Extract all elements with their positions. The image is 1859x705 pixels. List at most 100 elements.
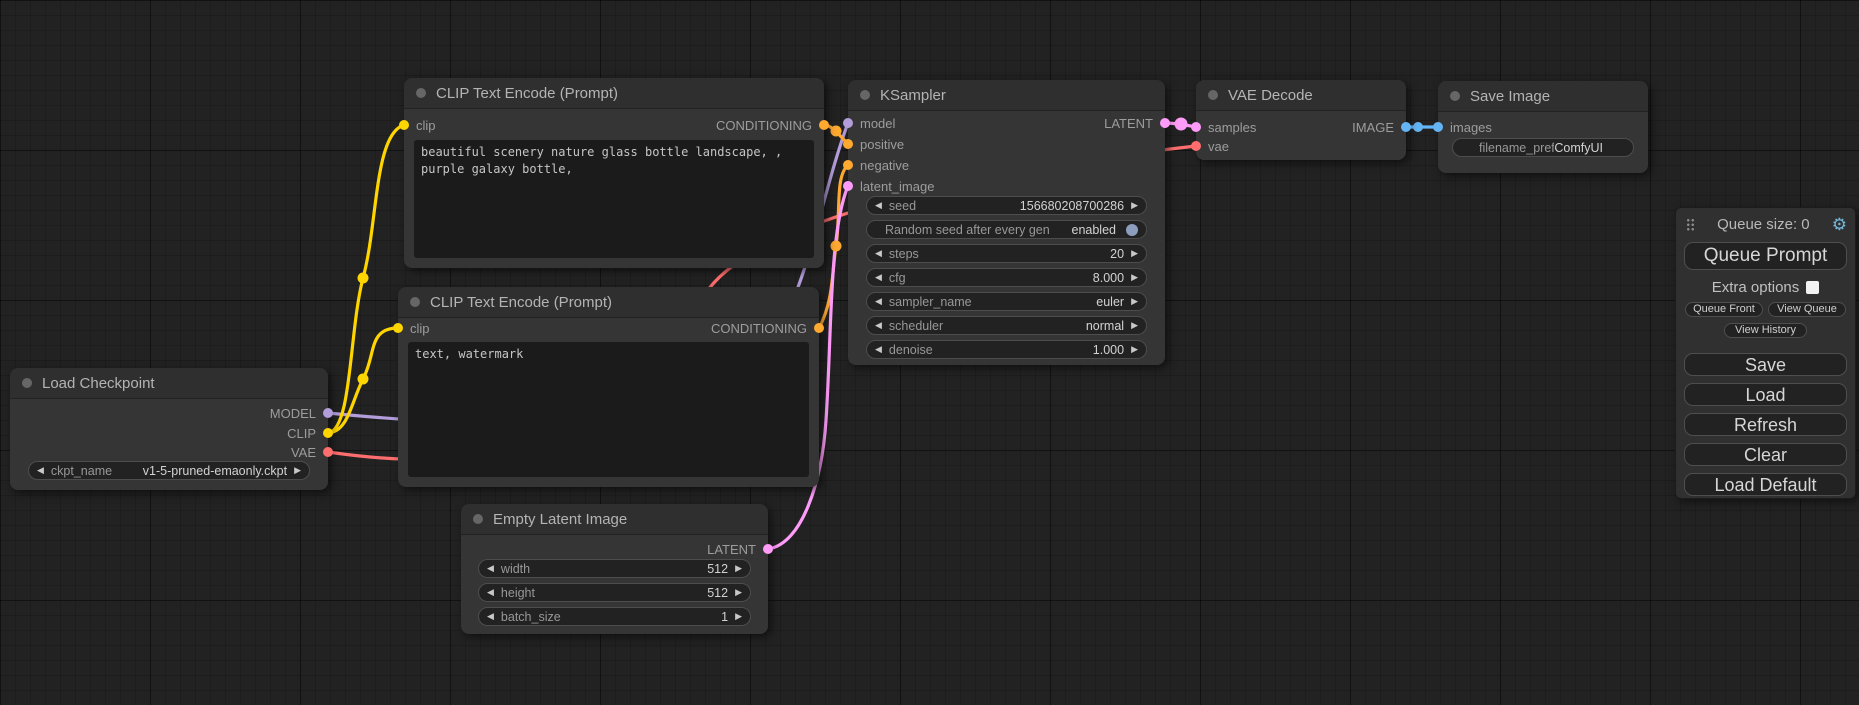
collapse-dot-icon[interactable] [1450, 91, 1460, 101]
collapse-dot-icon[interactable] [22, 378, 32, 388]
collapse-dot-icon[interactable] [473, 514, 483, 524]
collapse-dot-icon[interactable] [410, 297, 420, 307]
increment-icon[interactable]: ▶ [1131, 297, 1138, 306]
input-images[interactable]: images [1433, 120, 1492, 134]
increment-icon[interactable]: ▶ [735, 564, 742, 573]
link-dot[interactable] [1413, 122, 1423, 132]
node-title-bar[interactable]: CLIP Text Encode (Prompt) [404, 78, 824, 109]
increment-icon[interactable]: ▶ [294, 466, 301, 475]
input-clip[interactable]: clip [399, 118, 436, 132]
clip-port-icon[interactable] [399, 120, 409, 130]
increment-icon[interactable]: ▶ [1131, 345, 1138, 354]
view-history-button[interactable]: View History [1724, 323, 1807, 338]
view-queue-button[interactable]: View Queue [1768, 302, 1846, 317]
widget-filename-prefix[interactable]: filename_prefix ComfyUI [1452, 138, 1634, 157]
node-title-bar[interactable]: Save Image [1438, 81, 1648, 112]
conditioning-port-icon[interactable] [814, 323, 824, 333]
link-dot[interactable] [358, 273, 369, 284]
increment-icon[interactable]: ▶ [1131, 249, 1138, 258]
refresh-button[interactable]: Refresh [1684, 413, 1847, 436]
decrement-icon[interactable]: ◀ [875, 297, 882, 306]
prompt-textarea[interactable]: text, watermark [408, 342, 809, 477]
prompt-textarea[interactable]: beautiful scenery nature glass bottle la… [414, 140, 814, 258]
decrement-icon[interactable]: ◀ [875, 201, 882, 210]
collapse-dot-icon[interactable] [416, 88, 426, 98]
model-port-icon[interactable] [323, 408, 333, 418]
output-image[interactable]: IMAGE [1352, 120, 1411, 134]
output-model[interactable]: MODEL [270, 406, 333, 420]
vae-port-icon[interactable] [1191, 141, 1201, 151]
conditioning-port-icon[interactable] [843, 160, 853, 170]
collapse-dot-icon[interactable] [860, 90, 870, 100]
widget-batch-size[interactable]: ◀ batch_size 1 ▶ [478, 607, 751, 626]
node-title-bar[interactable]: Empty Latent Image [461, 504, 768, 535]
node-clip-text-encode-positive[interactable]: CLIP Text Encode (Prompt) clip CONDITION… [404, 78, 824, 268]
latent-port-icon[interactable] [1191, 122, 1201, 132]
conditioning-port-icon[interactable] [843, 139, 853, 149]
node-empty-latent-image[interactable]: Empty Latent Image LATENT ◀ width 512 ▶ … [461, 504, 768, 634]
link-dot[interactable] [358, 374, 369, 385]
load-default-button[interactable]: Load Default [1684, 473, 1847, 496]
conditioning-port-icon[interactable] [819, 120, 829, 130]
decrement-icon[interactable]: ◀ [487, 612, 494, 621]
clear-button[interactable]: Clear [1684, 443, 1847, 466]
decrement-icon[interactable]: ◀ [487, 564, 494, 573]
queue-prompt-button[interactable]: Queue Prompt [1684, 242, 1847, 270]
widget-cfg[interactable]: ◀ cfg 8.000 ▶ [866, 268, 1147, 287]
input-vae[interactable]: vae [1191, 139, 1229, 153]
latent-port-icon[interactable] [843, 181, 853, 191]
input-clip[interactable]: clip [393, 321, 430, 335]
node-title-bar[interactable]: Load Checkpoint [10, 368, 328, 399]
decrement-icon[interactable]: ◀ [875, 345, 882, 354]
input-negative[interactable]: negative [843, 158, 909, 172]
widget-sampler-name[interactable]: ◀ sampler_name euler ▶ [866, 292, 1147, 311]
link-dot[interactable] [831, 241, 842, 252]
widget-seed[interactable]: ◀ seed 156680208700286 ▶ [866, 196, 1147, 215]
model-port-icon[interactable] [843, 118, 853, 128]
node-title-bar[interactable]: CLIP Text Encode (Prompt) [398, 287, 819, 318]
clip-port-icon[interactable] [323, 428, 333, 438]
input-latent-image[interactable]: latent_image [843, 179, 934, 193]
link-dot[interactable] [831, 126, 842, 137]
decrement-icon[interactable]: ◀ [875, 321, 882, 330]
increment-icon[interactable]: ▶ [735, 588, 742, 597]
node-vae-decode[interactable]: VAE Decode samples vae IMAGE [1196, 80, 1406, 160]
widget-denoise[interactable]: ◀ denoise 1.000 ▶ [866, 340, 1147, 359]
drag-handle-icon[interactable] [1686, 218, 1695, 231]
output-conditioning[interactable]: CONDITIONING [711, 321, 824, 335]
node-title-bar[interactable]: KSampler [848, 80, 1165, 111]
output-conditioning[interactable]: CONDITIONING [716, 118, 829, 132]
widget-ckpt-name[interactable]: ◀ ckpt_name v1-5-pruned-emaonly.ckpt ▶ [28, 461, 310, 480]
widget-random-seed-toggle[interactable]: Random seed after every gen enabled [866, 220, 1147, 239]
widget-height[interactable]: ◀ height 512 ▶ [478, 583, 751, 602]
increment-icon[interactable]: ▶ [1131, 321, 1138, 330]
decrement-icon[interactable]: ◀ [37, 466, 44, 475]
output-vae[interactable]: VAE [291, 445, 333, 459]
node-load-checkpoint[interactable]: Load Checkpoint MODEL CLIP VAE ◀ ckpt_na… [10, 368, 328, 490]
vae-port-icon[interactable] [323, 447, 333, 457]
latent-port-icon[interactable] [1160, 118, 1170, 128]
node-clip-text-encode-negative[interactable]: CLIP Text Encode (Prompt) clip CONDITION… [398, 287, 819, 487]
image-port-icon[interactable] [1401, 122, 1411, 132]
link-dot[interactable] [1175, 118, 1188, 131]
widget-scheduler[interactable]: ◀ scheduler normal ▶ [866, 316, 1147, 335]
extra-options-checkbox[interactable] [1806, 281, 1819, 294]
toggle-on-icon[interactable] [1126, 224, 1138, 236]
collapse-dot-icon[interactable] [1208, 90, 1218, 100]
load-button[interactable]: Load [1684, 383, 1847, 406]
node-ksampler[interactable]: KSampler model positive negative latent_… [848, 80, 1165, 365]
increment-icon[interactable]: ▶ [735, 612, 742, 621]
output-clip[interactable]: CLIP [287, 426, 333, 440]
decrement-icon[interactable]: ◀ [875, 273, 882, 282]
node-save-image[interactable]: Save Image images filename_prefix ComfyU… [1438, 81, 1648, 173]
input-samples[interactable]: samples [1191, 120, 1256, 134]
save-button[interactable]: Save [1684, 353, 1847, 376]
increment-icon[interactable]: ▶ [1131, 201, 1138, 210]
image-port-icon[interactable] [1433, 122, 1443, 132]
input-model[interactable]: model [843, 116, 895, 130]
node-title-bar[interactable]: VAE Decode [1196, 80, 1406, 111]
output-latent[interactable]: LATENT [707, 542, 773, 556]
decrement-icon[interactable]: ◀ [875, 249, 882, 258]
increment-icon[interactable]: ▶ [1131, 273, 1138, 282]
latent-port-icon[interactable] [763, 544, 773, 554]
